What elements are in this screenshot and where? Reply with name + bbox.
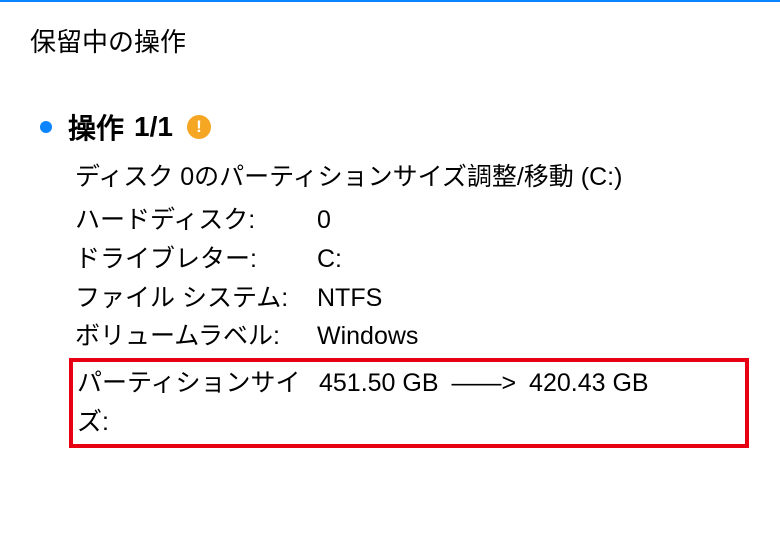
row-volume-label: ボリュームラベル: Windows [75,317,735,356]
hard-disk-value: 0 [317,201,735,240]
operation-description: ディスク 0のパーティションサイズ調整/移動 (C:) [75,157,735,193]
operation-header: 操作 1/1 ! [40,107,211,147]
drive-letter-value: C: [317,240,735,279]
partition-size-value: 451.50 GB ——> 420.43 GB [319,364,741,442]
volume-label-value: Windows [317,317,735,356]
bullet-icon [40,121,52,133]
file-system-label: ファイル システム: [75,279,317,318]
panel-title: 保留中の操作 [30,22,186,59]
row-partition-size: パーティションサイズ: 451.50 GB ——> 420.43 GB [77,364,741,442]
operation-label: 操作 [68,107,124,147]
operation-count: 1/1 [134,111,173,143]
operation-details: ディスク 0のパーティションサイズ調整/移動 (C:) ハードディスク: 0 ド… [75,157,735,448]
partition-size-to: 420.43 GB [529,369,649,397]
warning-icon: ! [187,115,211,139]
hard-disk-label: ハードディスク: [75,201,317,240]
row-drive-letter: ドライブレター: C: [75,240,735,279]
volume-label-label: ボリュームラベル: [75,317,317,356]
row-file-system: ファイル システム: NTFS [75,279,735,318]
file-system-value: NTFS [317,279,735,318]
row-hard-disk: ハードディスク: 0 [75,201,735,240]
arrow-icon: ——> [451,364,516,403]
drive-letter-label: ドライブレター: [75,240,317,279]
partition-size-label: パーティションサイズ: [77,364,319,442]
partition-size-from: 451.50 GB [319,369,439,397]
partition-size-highlight: パーティションサイズ: 451.50 GB ——> 420.43 GB [69,358,749,448]
